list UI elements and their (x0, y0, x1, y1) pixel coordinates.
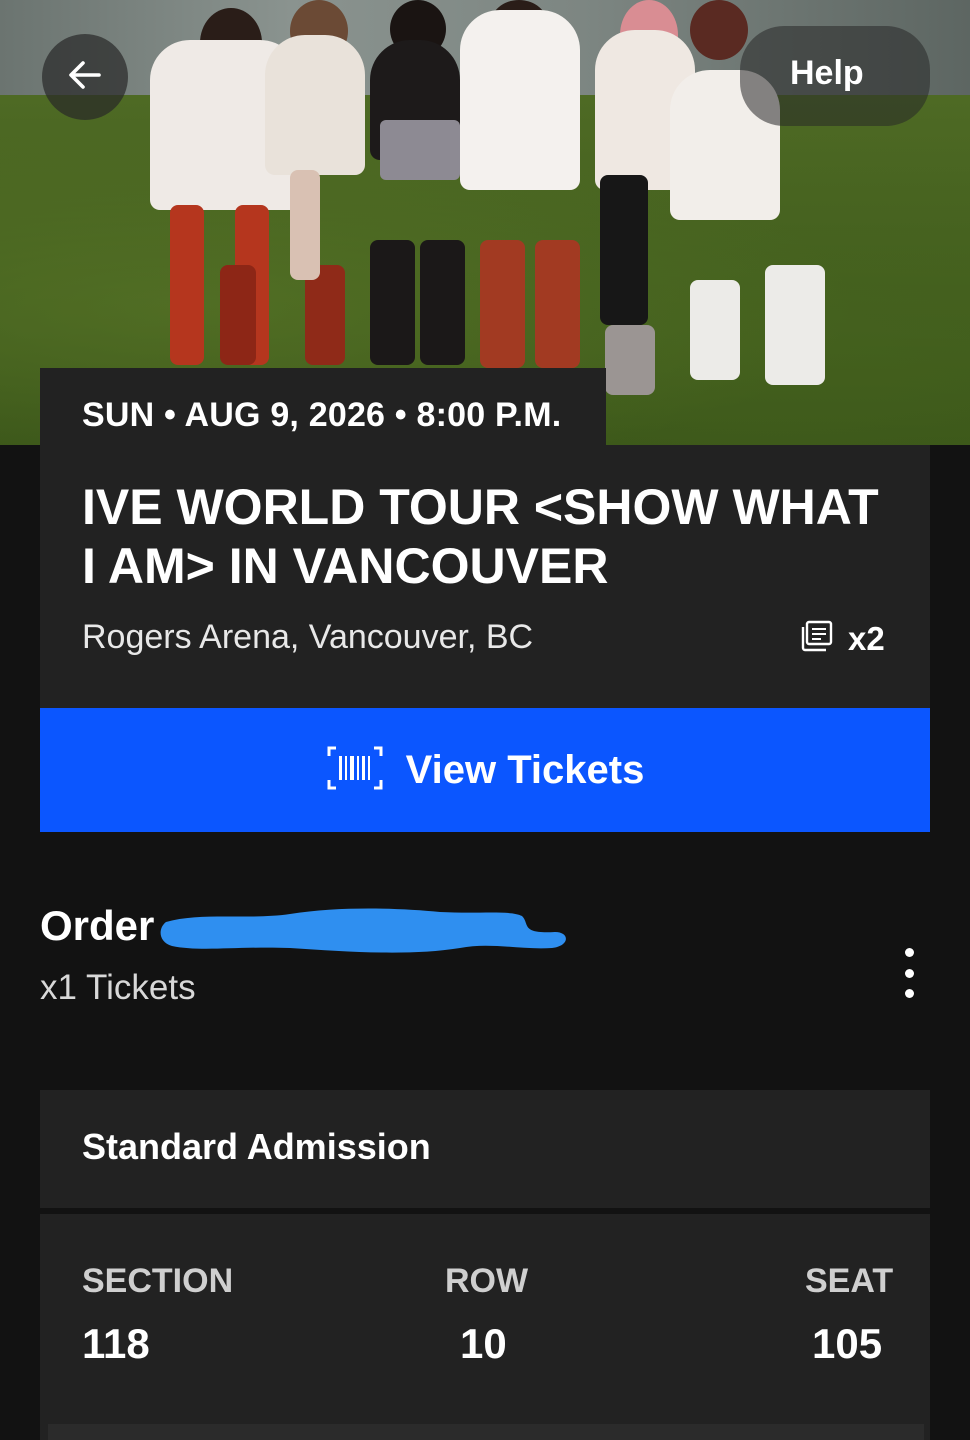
seat-value: 105 (812, 1320, 883, 1367)
arrow-left-icon (65, 55, 105, 100)
more-vertical-icon[interactable] (894, 948, 924, 998)
event-date: SUN • AUG 9, 2026 • 8:00 P.M. (82, 396, 562, 434)
row-label: ROW (445, 1262, 529, 1300)
back-button[interactable] (42, 34, 128, 120)
ticket-count: x2 (800, 618, 885, 659)
view-tickets-button[interactable]: View Tickets (40, 708, 930, 832)
order-label: Order (40, 902, 155, 949)
event-title: IVE WORLD TOUR <SHOW WHAT I AM> IN VANCO… (82, 479, 879, 594)
ticket-count-value: x2 (848, 619, 885, 657)
order-number-redaction (160, 902, 570, 960)
help-label[interactable]: Help (790, 54, 864, 93)
seat-label: SEAT (805, 1262, 894, 1300)
view-tickets-label: View Tickets (405, 747, 645, 792)
barcode-icon (326, 744, 384, 797)
seat-card-inner-panel (48, 1424, 924, 1440)
ticket-detail-screen: Help SUN • AUG 9, 2026 • 8:00 P.M. IVE W… (0, 0, 970, 1440)
order-ticket-quantity: x1 Tickets (40, 968, 196, 1007)
section-label: SECTION (82, 1262, 234, 1300)
ticket-stack-icon (800, 618, 836, 659)
admission-type: Standard Admission (82, 1126, 431, 1167)
row-value: 10 (460, 1320, 507, 1367)
event-venue: Rogers Arena, Vancouver, BC (82, 618, 534, 656)
section-value: 118 (82, 1320, 150, 1367)
